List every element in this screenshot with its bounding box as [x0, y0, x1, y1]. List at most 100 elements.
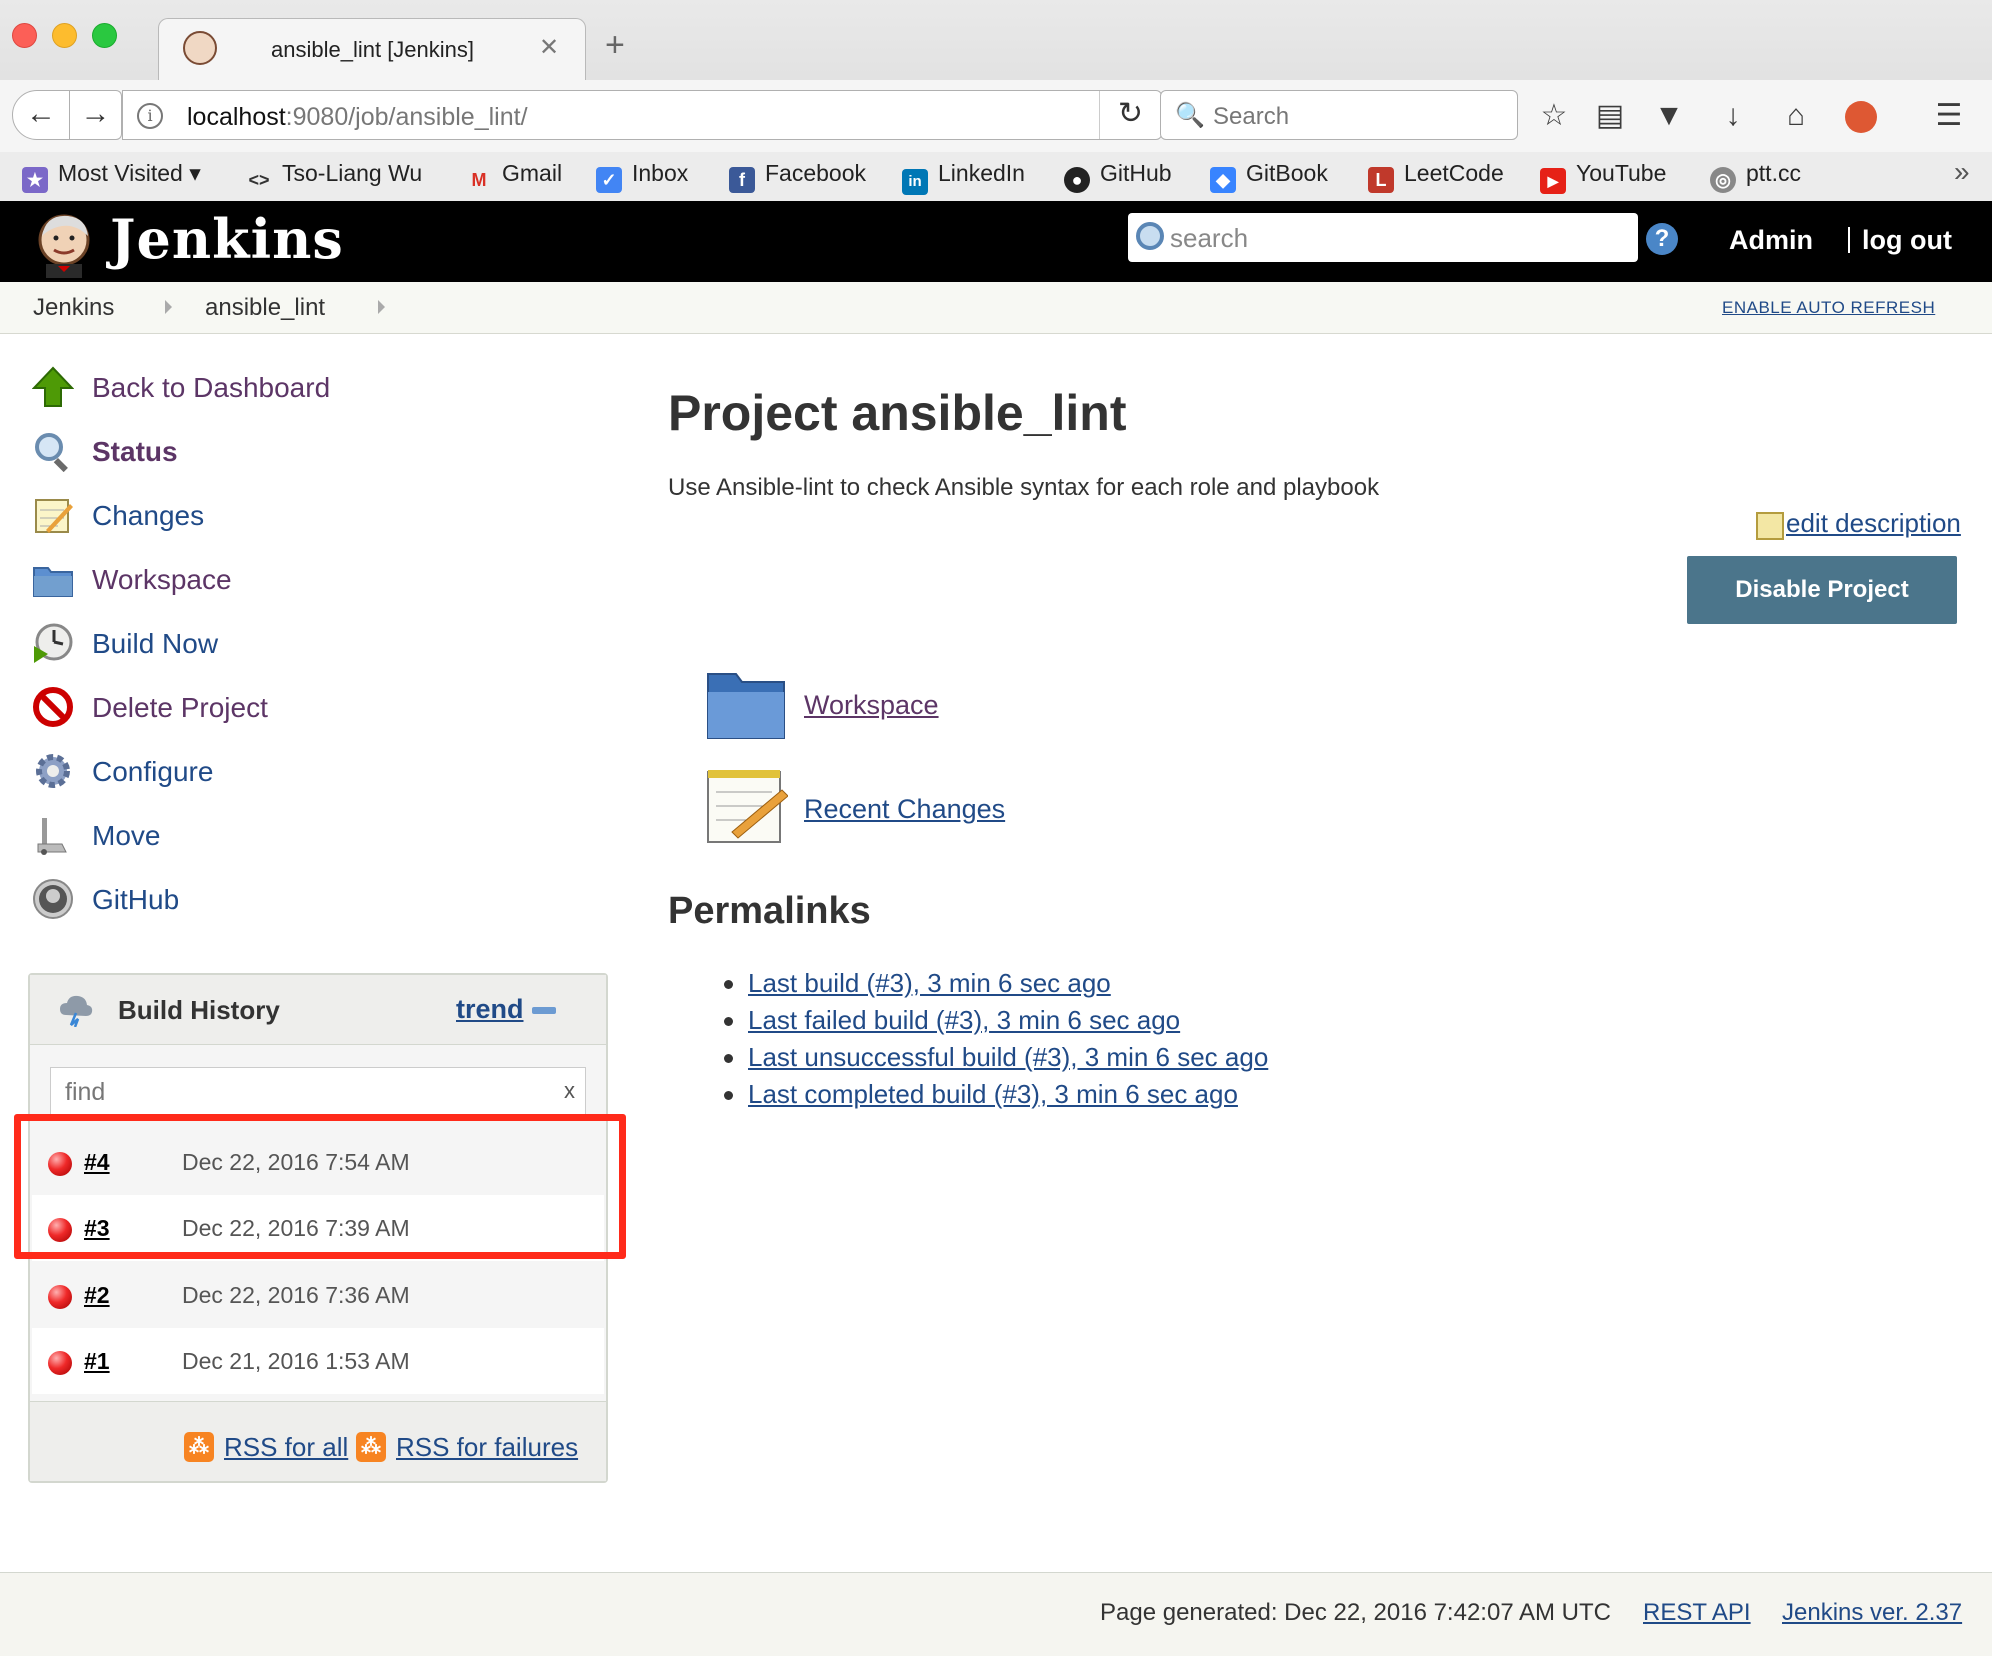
browser-chrome: ansible_lint [Jenkins] ✕ + ← → i localho…: [0, 0, 1992, 201]
build-number-link[interactable]: #1: [84, 1348, 110, 1375]
jenkins-logo-icon[interactable]: [32, 210, 96, 280]
jenkins-search-input[interactable]: search: [1128, 213, 1638, 262]
jenkins-search-placeholder: search: [1170, 223, 1249, 253]
search-icon: [1136, 222, 1164, 250]
permalink-last-unsuccessful-build[interactable]: Last unsuccessful build (#3), 3 min 6 se…: [748, 1042, 1268, 1073]
bookmark-facebook[interactable]: f Facebook: [729, 160, 866, 193]
bookmarks-overflow-icon[interactable]: »: [1954, 156, 1970, 188]
folder-icon: [33, 567, 73, 597]
bookmark-gmail[interactable]: M Gmail: [466, 160, 563, 193]
minimize-window-button[interactable]: [52, 23, 77, 48]
download-icon[interactable]: ↓: [1711, 94, 1755, 138]
workspace-link[interactable]: Workspace: [804, 690, 939, 721]
bookmark-gitbook[interactable]: ◆ GitBook: [1210, 160, 1328, 193]
page-footer: Page generated: Dec 22, 2016 7:42:07 AM …: [0, 1572, 1992, 1656]
recent-changes-link[interactable]: Recent Changes: [804, 794, 1005, 825]
build-row[interactable]: #2 Dec 22, 2016 7:36 AM: [32, 1262, 604, 1328]
bookmark-tso-liang-wu[interactable]: <> Tso-Liang Wu: [246, 160, 422, 193]
highlight-box: [14, 1114, 626, 1259]
breadcrumb-ansible-lint[interactable]: ansible_lint: [205, 294, 325, 322]
reload-icon[interactable]: ↻: [1099, 91, 1161, 139]
bookmark-inbox[interactable]: ✓ Inbox: [596, 160, 688, 193]
permalink-last-build[interactable]: Last build (#3), 3 min 6 sec ago: [748, 968, 1111, 999]
notepad-icon[interactable]: [704, 766, 788, 846]
breadcrumb-arrow-icon[interactable]: [165, 300, 172, 314]
inbox-icon: ✓: [596, 167, 622, 193]
build-date[interactable]: Dec 21, 2016 1:53 AM: [182, 1348, 410, 1375]
navigation-toolbar: ← → i localhost:9080/job/ansible_lint/ ↻…: [0, 80, 1992, 152]
gitbook-icon: ◆: [1210, 167, 1236, 193]
gear-icon: [36, 754, 70, 788]
url-text[interactable]: localhost:9080/job/ansible_lint/: [187, 103, 528, 132]
breadcrumb-arrow-icon[interactable]: [378, 300, 385, 314]
edit-note-icon[interactable]: [1756, 512, 1784, 540]
permalink-last-completed-build[interactable]: Last completed build (#3), 3 min 6 sec a…: [748, 1079, 1238, 1110]
zoom-window-button[interactable]: [92, 23, 117, 48]
star-folder-icon: ★: [22, 167, 48, 193]
trend-link[interactable]: trend: [456, 994, 524, 1025]
jenkins-version-link[interactable]: Jenkins ver. 2.37: [1782, 1599, 1962, 1627]
permalinks-heading: Permalinks: [668, 890, 871, 932]
breadcrumb-jenkins[interactable]: Jenkins: [33, 294, 114, 322]
home-icon[interactable]: ⌂: [1774, 94, 1818, 138]
no-entry-icon: [33, 687, 73, 727]
new-tab-button[interactable]: +: [605, 28, 625, 62]
build-row[interactable]: #1 Dec 21, 2016 1:53 AM: [32, 1328, 604, 1394]
bookmark-ptt[interactable]: ◎ ptt.cc: [1710, 160, 1801, 193]
bullet: [724, 1091, 733, 1100]
enable-auto-refresh-link[interactable]: ENABLE AUTO REFRESH: [1722, 298, 1935, 318]
edit-description-link[interactable]: edit description: [1786, 508, 1961, 539]
rss-all-link[interactable]: RSS for all: [224, 1432, 348, 1463]
magnifier-icon: [35, 433, 68, 472]
bookmark-youtube[interactable]: ▶ YouTube: [1540, 160, 1666, 194]
build-filter-input[interactable]: find x: [50, 1067, 586, 1115]
bookmark-leetcode[interactable]: L LeetCode: [1368, 160, 1504, 193]
build-history-header: Build History trend: [30, 975, 606, 1045]
reading-list-icon[interactable]: ▤: [1588, 94, 1632, 138]
github-icon: [33, 879, 73, 919]
jenkins-header: Jenkins search ? Admin log out: [0, 201, 1992, 282]
project-description: Use Ansible-lint to check Ansible syntax…: [668, 474, 1380, 501]
build-date[interactable]: Dec 22, 2016 7:36 AM: [182, 1282, 410, 1309]
leetcode-icon: L: [1368, 167, 1394, 193]
permalink-last-failed-build[interactable]: Last failed build (#3), 3 min 6 sec ago: [748, 1005, 1180, 1036]
rss-icon[interactable]: ⁂: [356, 1432, 386, 1462]
search-placeholder: Search: [1213, 103, 1290, 130]
duckduckgo-icon[interactable]: [1839, 94, 1883, 138]
search-icon: 🔍: [1175, 102, 1205, 129]
menu-hamburger-icon[interactable]: ☰: [1927, 94, 1971, 138]
tab-close-icon[interactable]: ✕: [539, 33, 559, 62]
jenkins-title[interactable]: Jenkins: [110, 207, 344, 271]
disable-project-button[interactable]: Disable Project: [1687, 556, 1957, 624]
bullet: [724, 1054, 733, 1063]
help-icon[interactable]: ?: [1646, 223, 1678, 255]
rss-icon[interactable]: ⁂: [184, 1432, 214, 1462]
pocket-icon[interactable]: ▼: [1647, 94, 1691, 138]
back-button[interactable]: ←: [12, 90, 70, 140]
build-history-footer: ⁂ RSS for all ⁂ RSS for failures: [30, 1401, 606, 1481]
rest-api-link[interactable]: REST API: [1643, 1599, 1751, 1627]
bullet: [724, 980, 733, 989]
bookmark-github[interactable]: ● GitHub: [1064, 160, 1172, 193]
clear-filter-icon[interactable]: x: [564, 1078, 575, 1104]
url-bar[interactable]: i localhost:9080/job/ansible_lint/ ↻: [122, 90, 1162, 140]
user-link[interactable]: Admin: [1729, 225, 1813, 256]
build-filter-placeholder: find: [65, 1078, 106, 1106]
folder-icon[interactable]: [704, 662, 788, 742]
logout-link[interactable]: log out: [1862, 225, 1952, 256]
bookmark-linkedin[interactable]: in LinkedIn: [902, 160, 1025, 195]
browser-tab-active[interactable]: ansible_lint [Jenkins] ✕: [158, 18, 586, 80]
browser-search-input[interactable]: 🔍 Search: [1160, 90, 1518, 140]
weather-cloud-icon: [60, 995, 93, 1027]
site-info-icon[interactable]: i: [137, 103, 163, 129]
close-window-button[interactable]: [12, 23, 37, 48]
globe-icon: ◎: [1710, 167, 1736, 193]
rss-failures-link[interactable]: RSS for failures: [396, 1432, 578, 1463]
build-history-title: Build History: [118, 995, 280, 1025]
bookmark-most-visited[interactable]: ★ Most Visited ▾: [22, 160, 201, 193]
github-icon: ●: [1064, 167, 1090, 193]
collapse-icon[interactable]: [532, 1007, 556, 1014]
forward-button[interactable]: →: [70, 90, 122, 140]
bookmark-star-icon[interactable]: ☆: [1532, 94, 1576, 138]
build-number-link[interactable]: #2: [84, 1282, 110, 1309]
